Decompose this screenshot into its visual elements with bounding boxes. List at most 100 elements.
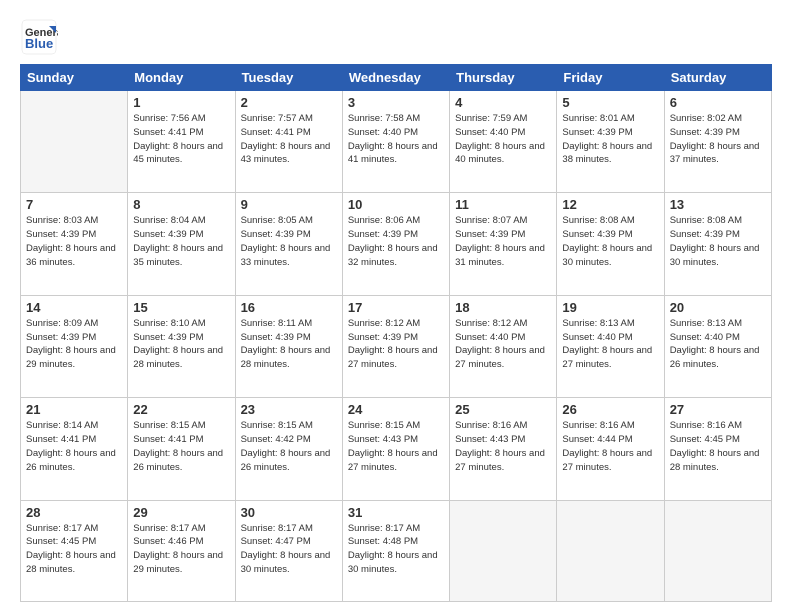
day-number: 23: [241, 402, 337, 417]
day-number: 5: [562, 95, 658, 110]
calendar-cell: 11 Sunrise: 8:07 AMSunset: 4:39 PMDayligh…: [450, 193, 557, 295]
day-number: 17: [348, 300, 444, 315]
calendar-cell: 21 Sunrise: 8:14 AMSunset: 4:41 PMDayligh…: [21, 398, 128, 500]
day-info: Sunrise: 8:03 AMSunset: 4:39 PMDaylight:…: [26, 214, 122, 269]
svg-text:Blue: Blue: [25, 36, 53, 51]
calendar-cell: 3 Sunrise: 7:58 AMSunset: 4:40 PMDaylight…: [342, 91, 449, 193]
calendar-cell: 10 Sunrise: 8:06 AMSunset: 4:39 PMDayligh…: [342, 193, 449, 295]
day-number: 8: [133, 197, 229, 212]
calendar-cell: 31 Sunrise: 8:17 AMSunset: 4:48 PMDayligh…: [342, 500, 449, 601]
day-number: 22: [133, 402, 229, 417]
day-info: Sunrise: 8:09 AMSunset: 4:39 PMDaylight:…: [26, 317, 122, 372]
day-info: Sunrise: 8:05 AMSunset: 4:39 PMDaylight:…: [241, 214, 337, 269]
day-number: 13: [670, 197, 766, 212]
calendar-table: SundayMondayTuesdayWednesdayThursdayFrid…: [20, 64, 772, 602]
day-info: Sunrise: 8:08 AMSunset: 4:39 PMDaylight:…: [562, 214, 658, 269]
day-number: 19: [562, 300, 658, 315]
calendar-cell: 30 Sunrise: 8:17 AMSunset: 4:47 PMDayligh…: [235, 500, 342, 601]
day-info: Sunrise: 7:58 AMSunset: 4:40 PMDaylight:…: [348, 112, 444, 167]
day-number: 4: [455, 95, 551, 110]
day-number: 9: [241, 197, 337, 212]
day-number: 3: [348, 95, 444, 110]
calendar-cell: 27 Sunrise: 8:16 AMSunset: 4:45 PMDayligh…: [664, 398, 771, 500]
calendar-cell: 24 Sunrise: 8:15 AMSunset: 4:43 PMDayligh…: [342, 398, 449, 500]
day-number: 7: [26, 197, 122, 212]
day-number: 1: [133, 95, 229, 110]
day-info: Sunrise: 8:06 AMSunset: 4:39 PMDaylight:…: [348, 214, 444, 269]
calendar-cell: 19 Sunrise: 8:13 AMSunset: 4:40 PMDayligh…: [557, 295, 664, 397]
day-number: 16: [241, 300, 337, 315]
day-number: 11: [455, 197, 551, 212]
day-number: 14: [26, 300, 122, 315]
calendar-cell: 16 Sunrise: 8:11 AMSunset: 4:39 PMDayligh…: [235, 295, 342, 397]
day-info: Sunrise: 8:10 AMSunset: 4:39 PMDaylight:…: [133, 317, 229, 372]
day-number: 27: [670, 402, 766, 417]
day-number: 30: [241, 505, 337, 520]
weekday-header-monday: Monday: [128, 65, 235, 91]
day-info: Sunrise: 8:17 AMSunset: 4:47 PMDaylight:…: [241, 522, 337, 577]
calendar-cell: 2Sunrise: 7:57 AMSunset: 4:41 PMDaylight…: [235, 91, 342, 193]
day-number: 24: [348, 402, 444, 417]
day-info: Sunrise: 7:56 AMSunset: 4:41 PMDaylight:…: [133, 112, 229, 167]
calendar-cell: 5 Sunrise: 8:01 AMSunset: 4:39 PMDaylight…: [557, 91, 664, 193]
calendar-cell: 22 Sunrise: 8:15 AMSunset: 4:41 PMDayligh…: [128, 398, 235, 500]
logo-icon: General Blue: [20, 18, 58, 56]
calendar-cell: 23 Sunrise: 8:15 AMSunset: 4:42 PMDayligh…: [235, 398, 342, 500]
calendar-cell: 6Sunrise: 8:02 AMSunset: 4:39 PMDaylight…: [664, 91, 771, 193]
day-info: Sunrise: 8:15 AMSunset: 4:41 PMDaylight:…: [133, 419, 229, 474]
day-number: 12: [562, 197, 658, 212]
day-number: 15: [133, 300, 229, 315]
day-info: Sunrise: 8:08 AMSunset: 4:39 PMDaylight:…: [670, 214, 766, 269]
day-info: Sunrise: 8:15 AMSunset: 4:43 PMDaylight:…: [348, 419, 444, 474]
day-info: Sunrise: 8:17 AMSunset: 4:48 PMDaylight:…: [348, 522, 444, 577]
calendar-cell: 13 Sunrise: 8:08 AMSunset: 4:39 PMDayligh…: [664, 193, 771, 295]
day-number: 28: [26, 505, 122, 520]
calendar-cell: 7 Sunrise: 8:03 AMSunset: 4:39 PMDaylight…: [21, 193, 128, 295]
day-number: 25: [455, 402, 551, 417]
calendar-cell: 12 Sunrise: 8:08 AMSunset: 4:39 PMDayligh…: [557, 193, 664, 295]
week-row-4: 21 Sunrise: 8:14 AMSunset: 4:41 PMDayligh…: [21, 398, 772, 500]
week-row-5: 28Sunrise: 8:17 AMSunset: 4:45 PMDayligh…: [21, 500, 772, 601]
calendar-cell: 26Sunrise: 8:16 AMSunset: 4:44 PMDayligh…: [557, 398, 664, 500]
day-number: 10: [348, 197, 444, 212]
calendar-cell: [21, 91, 128, 193]
day-number: 18: [455, 300, 551, 315]
day-info: Sunrise: 7:57 AMSunset: 4:41 PMDaylight:…: [241, 112, 337, 167]
day-number: 6: [670, 95, 766, 110]
day-info: Sunrise: 8:16 AMSunset: 4:45 PMDaylight:…: [670, 419, 766, 474]
calendar-cell: 20Sunrise: 8:13 AMSunset: 4:40 PMDayligh…: [664, 295, 771, 397]
week-row-2: 7 Sunrise: 8:03 AMSunset: 4:39 PMDaylight…: [21, 193, 772, 295]
day-info: Sunrise: 7:59 AMSunset: 4:40 PMDaylight:…: [455, 112, 551, 167]
day-info: Sunrise: 8:15 AMSunset: 4:42 PMDaylight:…: [241, 419, 337, 474]
day-info: Sunrise: 8:07 AMSunset: 4:39 PMDaylight:…: [455, 214, 551, 269]
day-number: 21: [26, 402, 122, 417]
calendar-cell: [664, 500, 771, 601]
day-info: Sunrise: 8:14 AMSunset: 4:41 PMDaylight:…: [26, 419, 122, 474]
calendar-cell: [450, 500, 557, 601]
weekday-header-thursday: Thursday: [450, 65, 557, 91]
day-info: Sunrise: 8:01 AMSunset: 4:39 PMDaylight:…: [562, 112, 658, 167]
day-info: Sunrise: 8:13 AMSunset: 4:40 PMDaylight:…: [670, 317, 766, 372]
calendar-cell: 9 Sunrise: 8:05 AMSunset: 4:39 PMDaylight…: [235, 193, 342, 295]
calendar-cell: 25 Sunrise: 8:16 AMSunset: 4:43 PMDayligh…: [450, 398, 557, 500]
day-number: 31: [348, 505, 444, 520]
week-row-3: 14 Sunrise: 8:09 AMSunset: 4:39 PMDayligh…: [21, 295, 772, 397]
logo: General Blue: [20, 18, 58, 56]
day-info: Sunrise: 8:11 AMSunset: 4:39 PMDaylight:…: [241, 317, 337, 372]
weekday-header-friday: Friday: [557, 65, 664, 91]
day-info: Sunrise: 8:04 AMSunset: 4:39 PMDaylight:…: [133, 214, 229, 269]
day-info: Sunrise: 8:17 AMSunset: 4:46 PMDaylight:…: [133, 522, 229, 577]
calendar-cell: [557, 500, 664, 601]
calendar-cell: 4 Sunrise: 7:59 AMSunset: 4:40 PMDaylight…: [450, 91, 557, 193]
calendar-cell: 15 Sunrise: 8:10 AMSunset: 4:39 PMDayligh…: [128, 295, 235, 397]
weekday-header-sunday: Sunday: [21, 65, 128, 91]
day-info: Sunrise: 8:16 AMSunset: 4:43 PMDaylight:…: [455, 419, 551, 474]
weekday-header-wednesday: Wednesday: [342, 65, 449, 91]
calendar-cell: 8 Sunrise: 8:04 AMSunset: 4:39 PMDaylight…: [128, 193, 235, 295]
calendar-cell: 17Sunrise: 8:12 AMSunset: 4:39 PMDayligh…: [342, 295, 449, 397]
weekday-header-tuesday: Tuesday: [235, 65, 342, 91]
day-info: Sunrise: 8:13 AMSunset: 4:40 PMDaylight:…: [562, 317, 658, 372]
calendar-cell: 14 Sunrise: 8:09 AMSunset: 4:39 PMDayligh…: [21, 295, 128, 397]
weekday-header-row: SundayMondayTuesdayWednesdayThursdayFrid…: [21, 65, 772, 91]
calendar-cell: 28Sunrise: 8:17 AMSunset: 4:45 PMDayligh…: [21, 500, 128, 601]
